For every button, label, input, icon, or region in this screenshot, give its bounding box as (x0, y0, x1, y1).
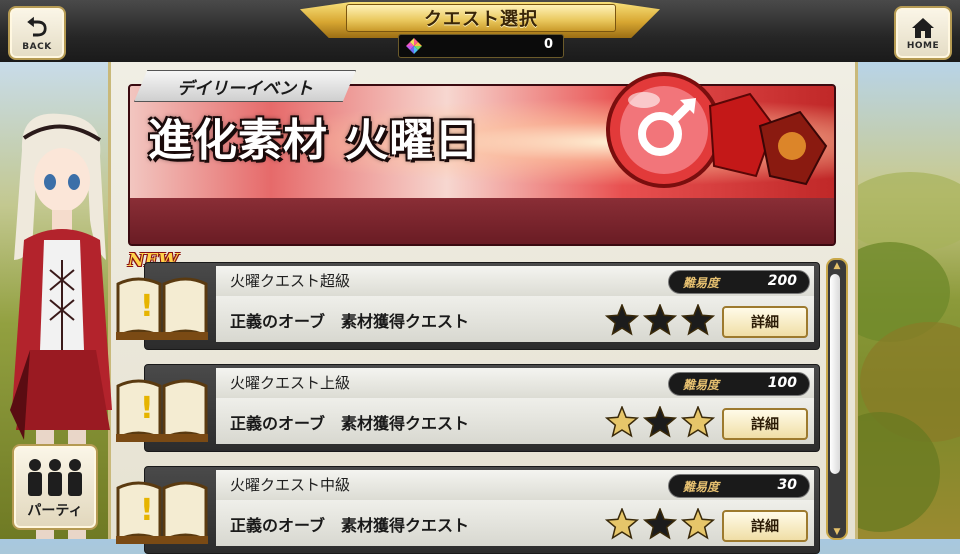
page-title: クエスト選択 (424, 9, 538, 30)
svg-text:!: ! (140, 493, 154, 528)
star-dark-icon (680, 304, 716, 336)
daily-event-label: デイリーイベント (177, 78, 313, 99)
detail-button[interactable]: 詳細 (722, 306, 808, 338)
scrollbar-thumb[interactable] (830, 274, 840, 474)
difficulty-label: 難易度 (683, 378, 720, 392)
gem-counter: 0 (398, 34, 564, 58)
quest-list-scrollbar[interactable]: ▲ ▼ (826, 258, 848, 540)
quest-row[interactable]: ! 火曜クエスト中級 難易度 30 正義のオーブ 素材獲得クエスト 詳細 (116, 466, 820, 554)
back-button[interactable]: ⮌ BACK (8, 6, 66, 60)
quest-description: 正義のオーブ 素材獲得クエスト (230, 312, 470, 331)
star-rating (604, 406, 716, 438)
scroll-up-icon: ▲ (833, 261, 841, 271)
detail-label: 詳細 (751, 519, 779, 535)
title-plate: クエスト選択 (346, 4, 616, 32)
quest-name: 火曜クエスト超級 (230, 272, 351, 290)
detail-label: 詳細 (751, 315, 779, 331)
home-button[interactable]: HOME (894, 6, 952, 60)
home-label: HOME (906, 40, 940, 51)
star-dark-icon (604, 304, 640, 336)
background-scenery-right (820, 62, 960, 539)
difficulty-badge: 難易度 200 (668, 270, 810, 294)
star-dark-icon (642, 508, 678, 540)
star-dark-icon (642, 304, 678, 336)
quest-description: 正義のオーブ 素材獲得クエスト (230, 516, 470, 535)
quest-name: 火曜クエスト上級 (230, 374, 351, 392)
party-button[interactable]: パーティ (12, 444, 98, 530)
house-icon (912, 17, 934, 38)
detail-label: 詳細 (751, 417, 779, 433)
svg-text:!: ! (140, 289, 154, 324)
star-gold-icon (604, 406, 640, 438)
star-dark-icon (642, 406, 678, 438)
difficulty-badge: 難易度 100 (668, 372, 810, 396)
star-gold-icon (604, 508, 640, 540)
party-members-icon (28, 459, 82, 496)
open-book-icon: ! (116, 277, 208, 340)
open-book-icon: ! (116, 481, 208, 544)
landscape-illustration (820, 172, 960, 532)
difficulty-value: 30 (777, 477, 797, 493)
rainbow-gem-icon (406, 38, 422, 54)
svg-text:!: ! (140, 391, 154, 426)
red-gems-icon (708, 92, 828, 186)
quest-name: 火曜クエスト中級 (230, 476, 351, 494)
daily-event-tag: デイリーイベント (134, 70, 356, 102)
difficulty-value: 100 (767, 375, 797, 391)
detail-button[interactable]: 詳細 (722, 408, 808, 440)
quest-row[interactable]: ! 火曜クエスト超級 難易度 200 正義のオーブ 素材獲得クエスト 詳細 (116, 262, 820, 350)
difficulty-label: 難易度 (683, 276, 720, 290)
difficulty-badge: 難易度 30 (668, 474, 810, 498)
party-label: パーティ (27, 503, 83, 519)
star-gold-icon (680, 508, 716, 540)
event-title: 進化素材 火曜日 (148, 115, 480, 166)
gem-count: 0 (543, 37, 553, 52)
back-label: BACK (22, 41, 52, 52)
detail-button[interactable]: 詳細 (722, 510, 808, 542)
difficulty-label: 難易度 (683, 480, 720, 494)
open-book-icon: ! (116, 379, 208, 442)
return-arrow-icon: ⮌ (26, 12, 48, 43)
star-gold-icon (680, 406, 716, 438)
scroll-down-icon: ▼ (833, 527, 841, 537)
difficulty-value: 200 (767, 273, 797, 289)
star-rating (604, 508, 716, 540)
event-banner-footer (130, 198, 834, 244)
quest-row[interactable]: ! 火曜クエスト上級 難易度 100 正義のオーブ 素材獲得クエスト 詳細 (116, 364, 820, 452)
star-rating (604, 304, 716, 336)
quest-description: 正義のオーブ 素材獲得クエスト (230, 414, 470, 433)
